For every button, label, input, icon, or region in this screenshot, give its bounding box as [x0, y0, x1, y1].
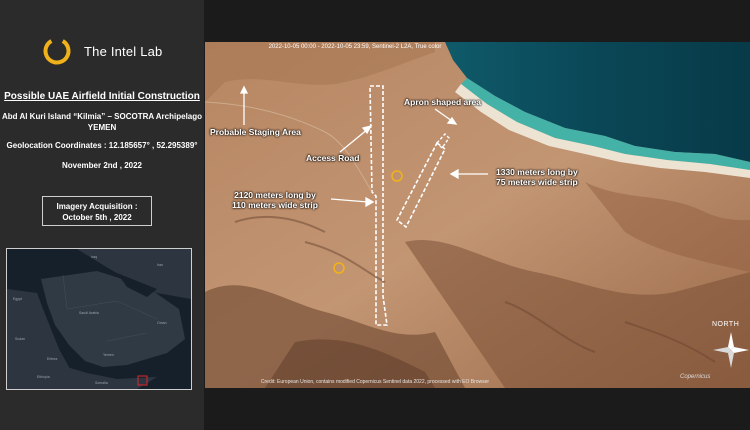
label-long-strip-line1: 2120 meters long by [234, 190, 316, 200]
label-apron: Apron shaped area [404, 97, 481, 107]
logo-ring-icon [42, 36, 72, 66]
label-long-strip-line2: 110 meters wide strip [232, 200, 318, 210]
info-panel: The Intel Lab Possible UAE Airfield Init… [0, 0, 204, 430]
acquisition-box: Imagery Acquisition : October 5th , 2022 [42, 196, 152, 226]
satellite-terrain [205, 42, 750, 388]
inset-label-yemen: Yemen [103, 353, 114, 357]
inset-label-sudan: Sudan [15, 337, 26, 341]
label-access-road: Access Road [306, 153, 360, 163]
inset-label-ethiopia: Ethiopia [37, 375, 50, 379]
copernicus-watermark: Copernicus [680, 374, 711, 380]
geolocation-coordinates: Geolocation Coordinates : 12.185657° , 5… [6, 141, 198, 150]
label-short-strip: 1330 meters long by 75 meters wide strip [496, 167, 578, 187]
acquisition-date: October 5th , 2022 [62, 213, 132, 222]
inset-label-oman: Oman [157, 321, 167, 325]
label-short-strip-line2: 75 meters wide strip [496, 177, 578, 187]
label-short-strip-line1: 1330 meters long by [496, 167, 578, 177]
label-staging-area: Probable Staging Area [210, 127, 301, 137]
report-title: Possible UAE Airfield Initial Constructi… [4, 91, 200, 102]
satellite-image [205, 42, 750, 388]
imagery-caption: 2022-10-05 00:00 - 2022-10-05 23:59, Sen… [268, 44, 442, 50]
inset-label-iraq: Iraq [91, 255, 98, 259]
inset-map: Egypt Saudi Arabia Yemen Oman Sudan Erit… [6, 248, 192, 390]
compass-rose-icon [713, 332, 749, 368]
acquisition-label: Imagery Acquisition : [56, 202, 138, 211]
inset-label-eritrea: Eritrea [47, 357, 58, 361]
inset-map-graphic [7, 249, 191, 389]
brand: The Intel Lab [42, 36, 163, 66]
label-long-strip: 2120 meters long by 110 meters wide stri… [232, 190, 318, 210]
imagery-credit: Credit: European Union, contains modifie… [260, 379, 490, 385]
location-marker-icon [391, 170, 403, 182]
publication-date: November 2nd , 2022 [61, 161, 143, 170]
location-marker-icon [333, 262, 345, 274]
inset-label-iran: Iran [157, 263, 164, 267]
inset-label-egypt: Egypt [13, 297, 22, 301]
location-line-1: Abd Al Kuri Island “Kilmia” – SOCOTRA Ar… [1, 112, 203, 121]
inset-label-saudi: Saudi Arabia [79, 311, 99, 315]
compass-label: NORTH [712, 321, 740, 328]
location-line-2: YEMEN [87, 123, 117, 132]
inset-label-somalia: Somalia [95, 381, 108, 385]
brand-name: The Intel Lab [84, 43, 163, 59]
